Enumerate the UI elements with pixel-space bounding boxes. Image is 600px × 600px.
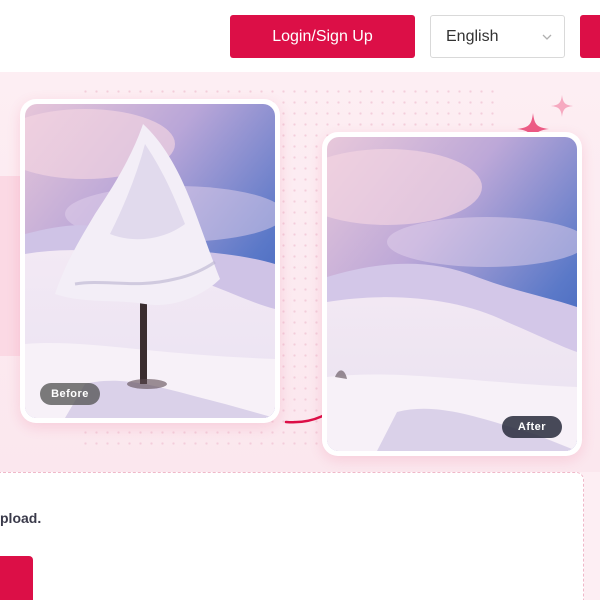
before-badge: Before bbox=[40, 383, 100, 405]
before-photo: Before bbox=[25, 104, 275, 418]
decorative-band bbox=[0, 176, 20, 356]
after-photo: After bbox=[327, 137, 577, 451]
header-action-button[interactable] bbox=[580, 15, 600, 58]
after-image-card: After bbox=[322, 132, 582, 456]
upload-button[interactable] bbox=[0, 556, 33, 600]
sparkle-icon bbox=[551, 95, 573, 117]
hero-section: Before After bbox=[0, 72, 600, 472]
after-badge: After bbox=[502, 416, 562, 438]
upload-panel[interactable] bbox=[0, 472, 584, 600]
before-image-card: Before bbox=[20, 99, 280, 423]
language-selected-value: English bbox=[446, 27, 499, 45]
upload-instruction-text: pload. bbox=[0, 510, 42, 526]
top-header: Login/Sign Up English bbox=[0, 0, 600, 72]
language-select[interactable]: English bbox=[430, 15, 565, 58]
login-signup-button[interactable]: Login/Sign Up bbox=[230, 15, 415, 58]
chevron-down-icon bbox=[542, 34, 552, 40]
